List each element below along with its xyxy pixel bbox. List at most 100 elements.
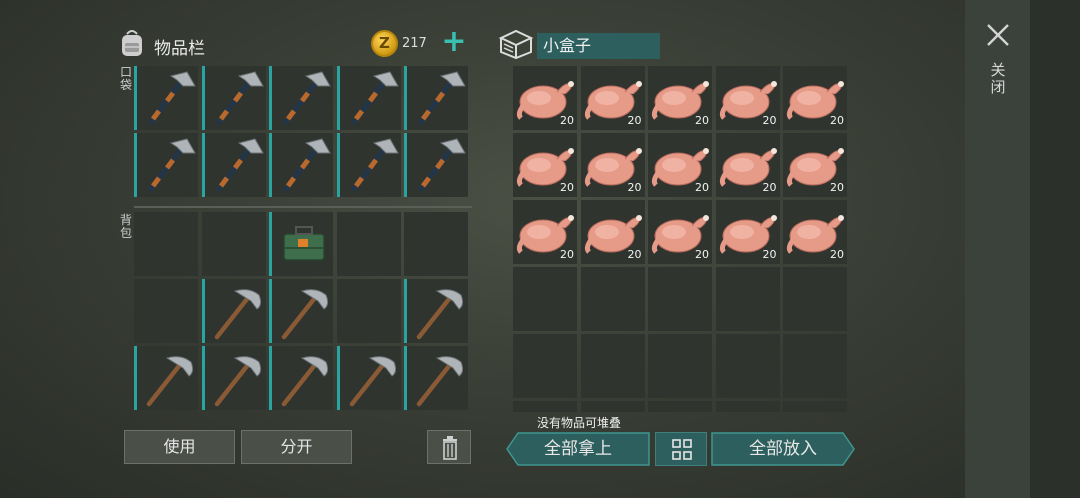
backpack-slot[interactable]	[404, 212, 468, 276]
add-coins-button[interactable]: +	[440, 27, 468, 58]
backpack-slot[interactable]	[134, 346, 198, 410]
pocket-slot[interactable]	[336, 66, 401, 130]
hatchet-icon	[283, 138, 331, 192]
box-slot[interactable]: 20	[715, 133, 780, 197]
box-slot[interactable]: 20	[513, 133, 577, 197]
close-label[interactable]: 关闭	[990, 62, 1006, 96]
box-slot[interactable]: 20	[580, 133, 645, 197]
hatchet-icon	[283, 71, 331, 125]
backpack-slot[interactable]	[201, 212, 266, 276]
pickaxe-icon	[349, 356, 396, 407]
pickaxe-icon	[146, 356, 194, 407]
box-slot[interactable]	[783, 401, 847, 412]
take-all-label: 全部拿上	[544, 439, 612, 459]
coin-count: 217	[402, 36, 427, 51]
backpack-slot[interactable]	[269, 279, 333, 343]
backpack-slot[interactable]	[404, 279, 468, 343]
box-slot[interactable]: 20	[648, 133, 712, 197]
pickaxe-icon	[416, 289, 464, 340]
hatchet-icon	[148, 138, 196, 192]
item-quantity: 20	[830, 114, 844, 127]
hatchet-icon	[351, 138, 399, 192]
backpack-slot[interactable]	[201, 279, 266, 343]
pickaxe-icon	[281, 289, 329, 340]
sort-button[interactable]	[655, 432, 707, 466]
box-slot[interactable]	[648, 267, 712, 331]
box-slot[interactable]: 20	[580, 200, 645, 264]
backpack-slot[interactable]	[134, 279, 198, 343]
item-quantity: 20	[762, 114, 777, 127]
box-slot[interactable]: 20	[715, 200, 780, 264]
pocket-slot[interactable]	[336, 133, 401, 197]
item-quantity: 20	[627, 181, 642, 194]
item-quantity: 20	[830, 248, 844, 261]
box-slot[interactable]: 20	[783, 66, 847, 130]
box-slot[interactable]	[715, 267, 780, 331]
box-slot[interactable]: 20	[513, 66, 577, 130]
pocket-slot[interactable]	[201, 66, 266, 130]
coin-icon: Z	[371, 30, 398, 57]
backpack-slot[interactable]	[269, 212, 333, 276]
take-all-button[interactable]: 全部拿上	[506, 432, 650, 466]
pocket-slot[interactable]	[404, 133, 468, 197]
hatchet-icon	[216, 71, 264, 125]
pocket-slot[interactable]	[269, 133, 333, 197]
item-quantity: 20	[762, 181, 777, 194]
box-slot[interactable]	[513, 267, 577, 331]
item-quantity: 20	[695, 248, 709, 261]
pickaxe-icon	[214, 356, 261, 407]
put-all-button[interactable]: 全部放入	[711, 432, 855, 466]
close-icon[interactable]	[985, 22, 1011, 48]
box-slot[interactable]	[580, 401, 645, 412]
box-icon	[498, 29, 534, 60]
use-button[interactable]: 使用	[124, 430, 235, 464]
box-slot[interactable]: 20	[783, 133, 847, 197]
hatchet-icon	[351, 71, 399, 125]
backpack-slot[interactable]	[134, 212, 198, 276]
pocket-slot[interactable]	[269, 66, 333, 130]
box-slot[interactable]: 20	[648, 200, 712, 264]
pocket-slot[interactable]	[134, 66, 198, 130]
item-quantity: 20	[695, 114, 709, 127]
box-slot[interactable]: 20	[648, 66, 712, 130]
hatchet-icon	[216, 138, 264, 192]
box-slot[interactable]	[648, 334, 712, 398]
box-slot[interactable]: 20	[580, 66, 645, 130]
box-slot[interactable]	[580, 334, 645, 398]
backpack-slot[interactable]	[269, 346, 333, 410]
box-slot[interactable]	[513, 401, 577, 412]
box-slot[interactable]	[783, 334, 847, 398]
hatchet-icon	[418, 71, 466, 125]
item-quantity: 20	[560, 248, 574, 261]
trash-button[interactable]	[427, 430, 471, 464]
box-slot[interactable]: 20	[513, 200, 577, 264]
inventory-title: 物品栏	[154, 39, 205, 59]
hatchet-icon	[418, 138, 466, 192]
pickaxe-icon	[281, 356, 329, 407]
box-slot[interactable]	[580, 267, 645, 331]
pickaxe-icon	[214, 289, 261, 340]
backpack-slot[interactable]	[201, 346, 266, 410]
box-slot[interactable]: 20	[783, 200, 847, 264]
box-slot[interactable]: 20	[715, 66, 780, 130]
pocket-slot[interactable]	[404, 66, 468, 130]
backpack-slot[interactable]	[336, 212, 401, 276]
box-slot[interactable]	[715, 401, 780, 412]
item-quantity: 20	[560, 181, 574, 194]
box-slot[interactable]	[648, 401, 712, 412]
pocket-slot[interactable]	[134, 133, 198, 197]
box-slot[interactable]	[715, 334, 780, 398]
backpack-slot[interactable]	[404, 346, 468, 410]
item-quantity: 20	[627, 114, 642, 127]
toolbox-icon	[283, 226, 325, 261]
split-button[interactable]: 分开	[241, 430, 352, 464]
box-slot[interactable]	[783, 267, 847, 331]
pocket-slot[interactable]	[201, 133, 266, 197]
box-slot[interactable]	[513, 334, 577, 398]
backpack-slot[interactable]	[336, 279, 401, 343]
screen-edge	[1030, 0, 1080, 498]
backpack-icon	[122, 30, 142, 56]
item-quantity: 20	[830, 181, 844, 194]
backpack-slot[interactable]	[336, 346, 401, 410]
pickaxe-icon	[416, 356, 464, 407]
